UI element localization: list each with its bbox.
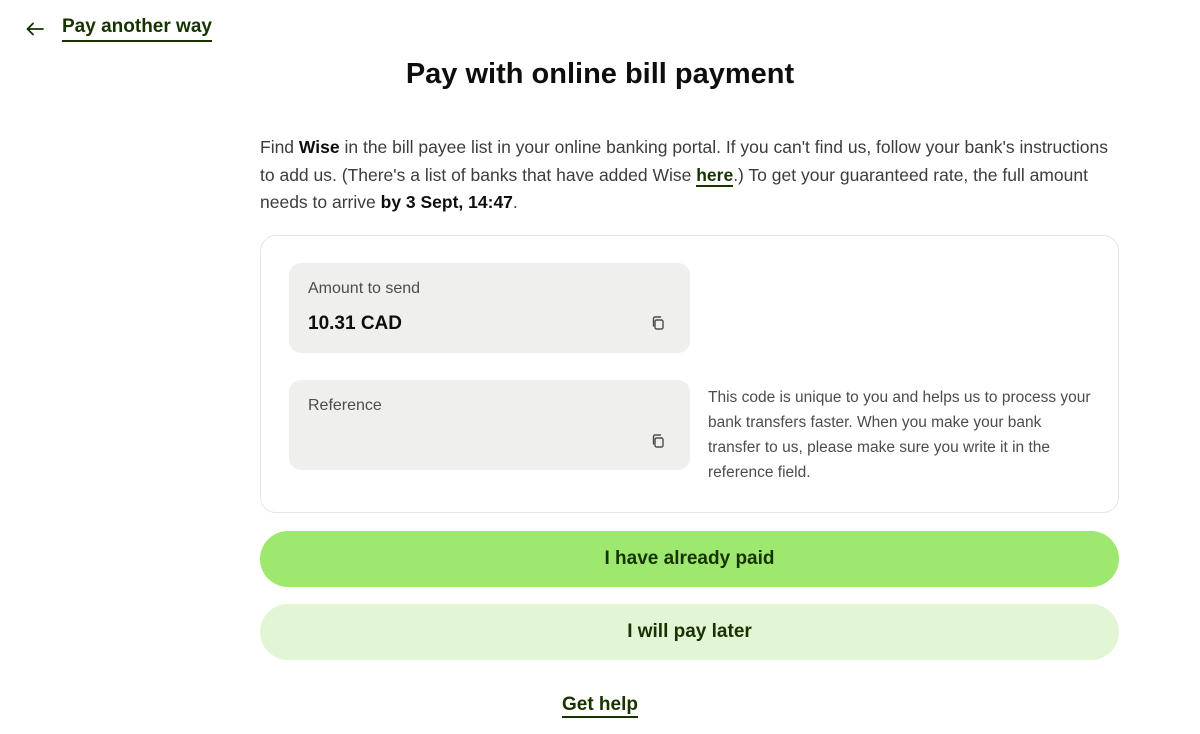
reference-help-text: This code is unique to you and helps us … — [708, 389, 1091, 481]
payee-name: Wise — [298, 137, 340, 157]
copy-icon[interactable] — [650, 315, 666, 331]
get-help-container: Get help — [0, 694, 1200, 718]
pay-another-way-link[interactable]: Pay another way — [26, 16, 212, 42]
deadline-text: by 3 Sept, 14:47 — [380, 192, 513, 212]
copy-icon[interactable] — [650, 433, 666, 449]
amount-value: 10.31 CAD — [308, 313, 402, 334]
get-help-link[interactable]: Get help — [561, 694, 638, 718]
instructions-text: Find Wise in the bill payee list in your… — [260, 134, 1120, 217]
amount-label: Amount to send — [308, 280, 421, 297]
already-paid-button[interactable]: I have already paid — [260, 531, 1119, 587]
instructions-part-1: Find — [260, 137, 299, 157]
pay-another-way-label: Pay another way — [62, 16, 212, 42]
pay-later-button[interactable]: I will pay later — [260, 604, 1119, 660]
amount-field: Amount to send 10.31 CAD — [289, 263, 690, 353]
bank-list-link[interactable]: here — [696, 164, 734, 187]
reference-label: Reference — [308, 397, 382, 414]
reference-field: Reference — [289, 380, 690, 470]
instructions-part-4: . — [512, 192, 518, 212]
payment-details-card: Amount to send 10.31 CAD Reference This … — [260, 235, 1119, 513]
page-title: Pay with online bill payment — [405, 58, 795, 90]
arrow-left-icon — [26, 22, 44, 36]
